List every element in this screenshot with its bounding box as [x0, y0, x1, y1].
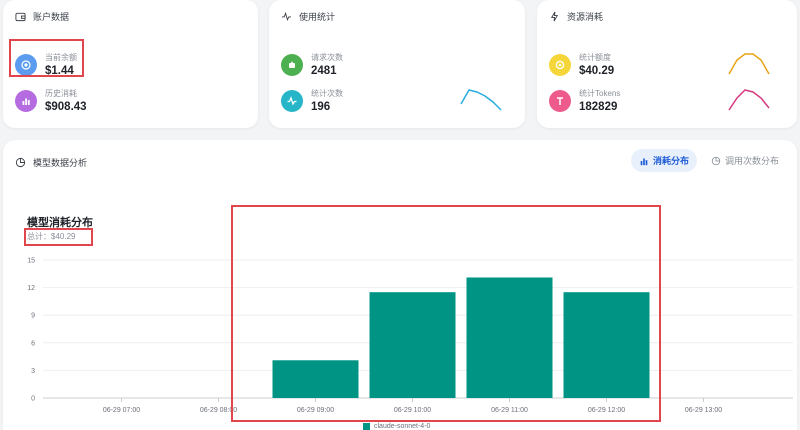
- resource-card-title: 资源消耗: [567, 12, 604, 22]
- history-label: 历史消耗: [45, 89, 77, 98]
- balance-value: $1.44: [45, 65, 74, 77]
- balance-label: 当前余额: [45, 53, 77, 62]
- y-tick-label: 12: [27, 285, 35, 292]
- requests-stat: 请求次数 2481: [281, 52, 343, 77]
- account-card-header: 账户数据: [15, 10, 69, 23]
- balance-stat: 当前余额 $1.44: [15, 52, 77, 77]
- tokens-stat: 统计Tokens 182829: [549, 88, 620, 113]
- y-tick-label: 3: [31, 368, 35, 375]
- quota-sparkline: [728, 53, 770, 75]
- bar-chart-icon: [15, 89, 37, 112]
- model-analysis-card: 模型数据分析 消耗分布 调用次数分布 模型消耗分布 总计：$40.29 0369…: [3, 140, 797, 430]
- x-tick-label: 06-29 10:00: [394, 407, 431, 414]
- stats-label: 统计次数: [311, 89, 343, 98]
- requests-value: 2481: [311, 65, 337, 77]
- stats-value: 196: [311, 101, 331, 113]
- send-icon: [281, 53, 303, 76]
- chart-legend[interactable]: claude-sonnet-4-0: [363, 423, 430, 430]
- tokens-label: 统计Tokens: [579, 89, 621, 98]
- consumption-bar-chart: 0 3 6 9 12 15 06-29 07:00 06-29 08:00 06-29 09:0…: [27, 258, 793, 414]
- resource-card-header: 资源消耗: [549, 10, 603, 23]
- usage-card: 使用统计 请求次数 2481 统计次数 196: [269, 0, 525, 128]
- account-card-title: 账户数据: [33, 12, 70, 22]
- tokens-value: 182829: [579, 101, 618, 113]
- y-tick-label: 9: [31, 313, 35, 320]
- pulse-icon: [281, 89, 303, 112]
- pulse-icon: [281, 11, 292, 21]
- chart-bar[interactable]: [369, 292, 456, 398]
- chart-bar[interactable]: [563, 292, 650, 398]
- x-tick-label: 06-29 13:00: [685, 407, 722, 414]
- y-tick-label: 15: [27, 258, 35, 265]
- coin-icon: [549, 53, 571, 76]
- quota-value: $40.29: [579, 65, 615, 77]
- x-tick-label: 06-29 12:00: [588, 407, 625, 414]
- history-value: $908.43: [45, 101, 87, 113]
- x-tick-label: 06-29 11:00: [491, 407, 528, 414]
- chart-bar[interactable]: [272, 360, 359, 398]
- y-tick-label: 0: [31, 396, 35, 403]
- history-stat: 历史消耗 $908.43: [15, 88, 87, 113]
- legend-label: claude-sonnet-4-0: [374, 423, 431, 430]
- usage-card-header: 使用统计: [281, 10, 335, 23]
- resource-card: 资源消耗 统计额度 $40.29 统计Tokens 182829: [537, 0, 797, 128]
- stats-stat: 统计次数 196: [281, 88, 343, 113]
- requests-label: 请求次数: [311, 53, 343, 62]
- x-tick-label: 06-29 09:00: [297, 407, 334, 414]
- chart-bar[interactable]: [466, 277, 553, 398]
- bolt-icon: [550, 11, 559, 22]
- legend-swatch: [363, 423, 370, 430]
- quota-label: 统计额度: [579, 53, 611, 62]
- text-icon: [549, 89, 571, 112]
- wallet-icon: [15, 12, 26, 22]
- y-tick-label: 6: [31, 340, 35, 347]
- x-tick-label: 06-29 08:00: [200, 407, 237, 414]
- stats-sparkline: [460, 89, 502, 111]
- account-card: 账户数据 当前余额 $1.44 历史消耗 $908.43: [3, 0, 258, 128]
- quota-stat: 统计额度 $40.29: [549, 52, 614, 77]
- usage-card-title: 使用统计: [299, 12, 336, 22]
- x-tick-label: 06-29 07:00: [103, 407, 140, 414]
- coin-icon: [15, 53, 37, 76]
- tokens-sparkline: [728, 89, 770, 111]
